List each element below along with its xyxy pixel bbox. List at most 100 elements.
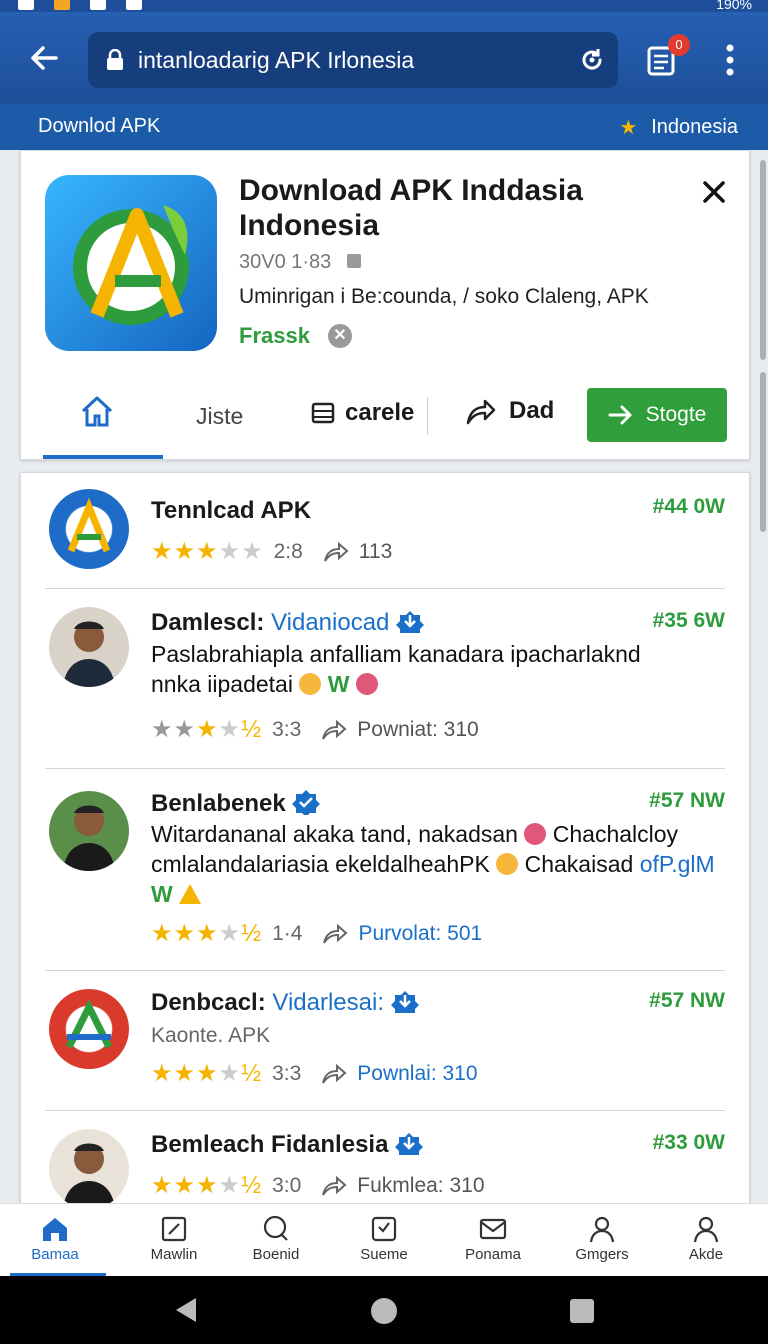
share-icon — [322, 1175, 347, 1196]
scrollbar[interactable] — [760, 160, 766, 360]
download-count: Powniat: 310 — [357, 717, 479, 741]
item-price: #44 0W — [652, 495, 725, 518]
tab-dad-label: Dad — [509, 397, 555, 424]
download-button-label: Stogte — [645, 403, 707, 426]
site-title[interactable]: Downlod APK — [38, 115, 160, 138]
nav-item-mawlin[interactable]: Mawlin — [119, 1204, 229, 1277]
status-right: 190% — [716, 0, 752, 12]
system-navigation-bar — [0, 1276, 768, 1344]
item-title-link[interactable]: Vidarlesai: — [272, 989, 384, 1016]
app-list: Tennlcad APK #44 0W ★★★★★ 2:8 113 Damles… — [20, 472, 750, 1212]
nav-item-boenid[interactable]: Boenid — [221, 1204, 331, 1277]
item-description: Paslabrahiapla anfalliam kanadara ipacha… — [151, 639, 731, 699]
emoji-icon — [299, 673, 322, 695]
warning-icon — [179, 884, 202, 904]
item-desc-line: nnka iipadetai — [151, 671, 293, 697]
nav-item-akde[interactable]: Akde — [651, 1204, 761, 1277]
emoji-icon — [496, 853, 519, 875]
nav-label: Akde — [688, 1246, 724, 1263]
back-arrow-icon[interactable] — [26, 40, 62, 76]
item-desc-line: cmlalandalariasia ekeldalheahPK — [151, 851, 490, 877]
tab-divider — [427, 397, 428, 435]
list-item[interactable]: Denbcacl: Vidarlesai: #57 NW Kaonte. APK… — [45, 987, 725, 1107]
nav-item-home[interactable]: Bamaa — [0, 1204, 110, 1277]
more-menu-icon[interactable] — [718, 42, 742, 78]
system-recents-icon[interactable] — [570, 1299, 594, 1323]
profile-icon — [693, 1216, 719, 1243]
share-icon — [323, 541, 349, 562]
tab-jiste[interactable]: Jiste — [196, 403, 243, 430]
app-meta: 30V0 1·83 — [239, 251, 361, 274]
download-button[interactable]: Stogte — [587, 388, 727, 442]
tab-carele-label: carele — [345, 399, 415, 426]
nav-label: Sueme — [360, 1246, 408, 1263]
scrollbar-secondary[interactable] — [760, 372, 766, 532]
notification-icon — [54, 0, 70, 10]
nav-item-sueme[interactable]: Sueme — [329, 1204, 439, 1277]
download-count: 113 — [358, 539, 393, 563]
download-count: Fukmlea: 310 — [357, 1173, 485, 1197]
region-selector[interactable]: ★ Indonesia — [619, 115, 738, 140]
item-price: #33 0W — [652, 1131, 725, 1154]
verified-download-icon — [396, 611, 425, 633]
avatar — [49, 791, 129, 871]
rating-value: 2:8 — [273, 539, 303, 563]
home-tab-icon[interactable] — [79, 393, 115, 429]
nav-label: Mawlin — [150, 1246, 198, 1263]
app-logo-icon — [49, 489, 129, 569]
price-tag: Frassk ✕ — [239, 323, 352, 349]
system-home-icon[interactable] — [371, 1298, 397, 1324]
share-icon — [322, 1063, 347, 1084]
nav-item-gmgers[interactable]: Gmgers — [547, 1204, 657, 1277]
chat-icon — [263, 1215, 288, 1241]
nav-label: Ponama — [465, 1246, 521, 1263]
share-icon — [322, 719, 347, 740]
rating-value: 3:3 — [272, 717, 302, 741]
download-count: Pownlai: 310 — [357, 1061, 478, 1085]
check-icon — [18, 0, 34, 10]
item-title-link[interactable]: Vidaniocad — [271, 609, 389, 636]
tab-share[interactable]: Dad — [465, 397, 554, 425]
reload-icon[interactable] — [578, 46, 606, 74]
item-title: Damlescl: Vidaniocad — [151, 609, 425, 637]
item-title-text: Damlescl: — [151, 609, 265, 636]
action-tabs: Jiste carele Dad Stogte — [21, 383, 751, 459]
item-description: Witardananal akaka tand, nakadsan Chacha… — [151, 819, 731, 909]
browser-toolbar: intanloadarig APK Irlonesia 0 — [0, 12, 768, 104]
close-icon[interactable] — [699, 177, 729, 207]
rating-stars: ★★★★½ — [151, 920, 263, 947]
home-icon — [43, 1218, 67, 1241]
item-title-text: Denbcacl: — [151, 989, 266, 1016]
app-meta-text: 30V0 1·83 — [239, 251, 332, 273]
item-stats: ★★★★★ 2:8 113 — [151, 537, 392, 566]
list-item[interactable]: Damlescl: Vidaniocad #35 6W Paslabrahiap… — [45, 607, 725, 767]
item-price: #57 NW — [649, 989, 725, 1012]
list-item[interactable]: Tennlcad APK #44 0W ★★★★★ 2:8 113 — [45, 487, 725, 587]
file-icon — [346, 254, 361, 268]
verified-badge-icon — [292, 790, 321, 817]
divider — [45, 588, 725, 589]
tab-carele[interactable]: carele — [311, 399, 414, 427]
rating-stars: ★★★★½ — [151, 1060, 263, 1087]
item-link[interactable]: ofP.glM — [640, 851, 715, 877]
avatar — [49, 1129, 129, 1209]
status-bar: 190% — [0, 0, 768, 12]
item-desc-line: Chakaisad — [524, 851, 634, 877]
rating-stars: ★★★★½ — [151, 716, 263, 743]
download-count: Purvolat: 501 — [358, 921, 483, 945]
lock-icon — [107, 49, 123, 70]
clear-icon[interactable]: ✕ — [327, 324, 352, 348]
item-price: #35 6W — [652, 609, 725, 632]
list-item[interactable]: Benlabenek #57 NW Witardananal akaka tan… — [45, 787, 725, 967]
tabs-count-badge: 0 — [668, 34, 690, 56]
item-title: Benlabenek — [151, 789, 321, 818]
avatar — [49, 607, 129, 687]
address-bar[interactable]: intanloadarig APK Irlonesia — [88, 32, 618, 88]
system-back-icon[interactable] — [176, 1298, 196, 1322]
nav-item-ponama[interactable]: Ponama — [438, 1204, 548, 1277]
app-detail-card: Download APK Inddasia Indonesia 30V0 1·8… — [20, 150, 750, 460]
region-label: Indonesia — [651, 116, 738, 138]
item-title-text: Bemleach Fidanlesia — [151, 1131, 389, 1158]
rating-stars: ★★★★½ — [151, 1172, 263, 1199]
list-item[interactable]: Bemleach Fidanlesia #33 0W ★★★★½ 3:0 Fuk… — [45, 1127, 725, 1211]
